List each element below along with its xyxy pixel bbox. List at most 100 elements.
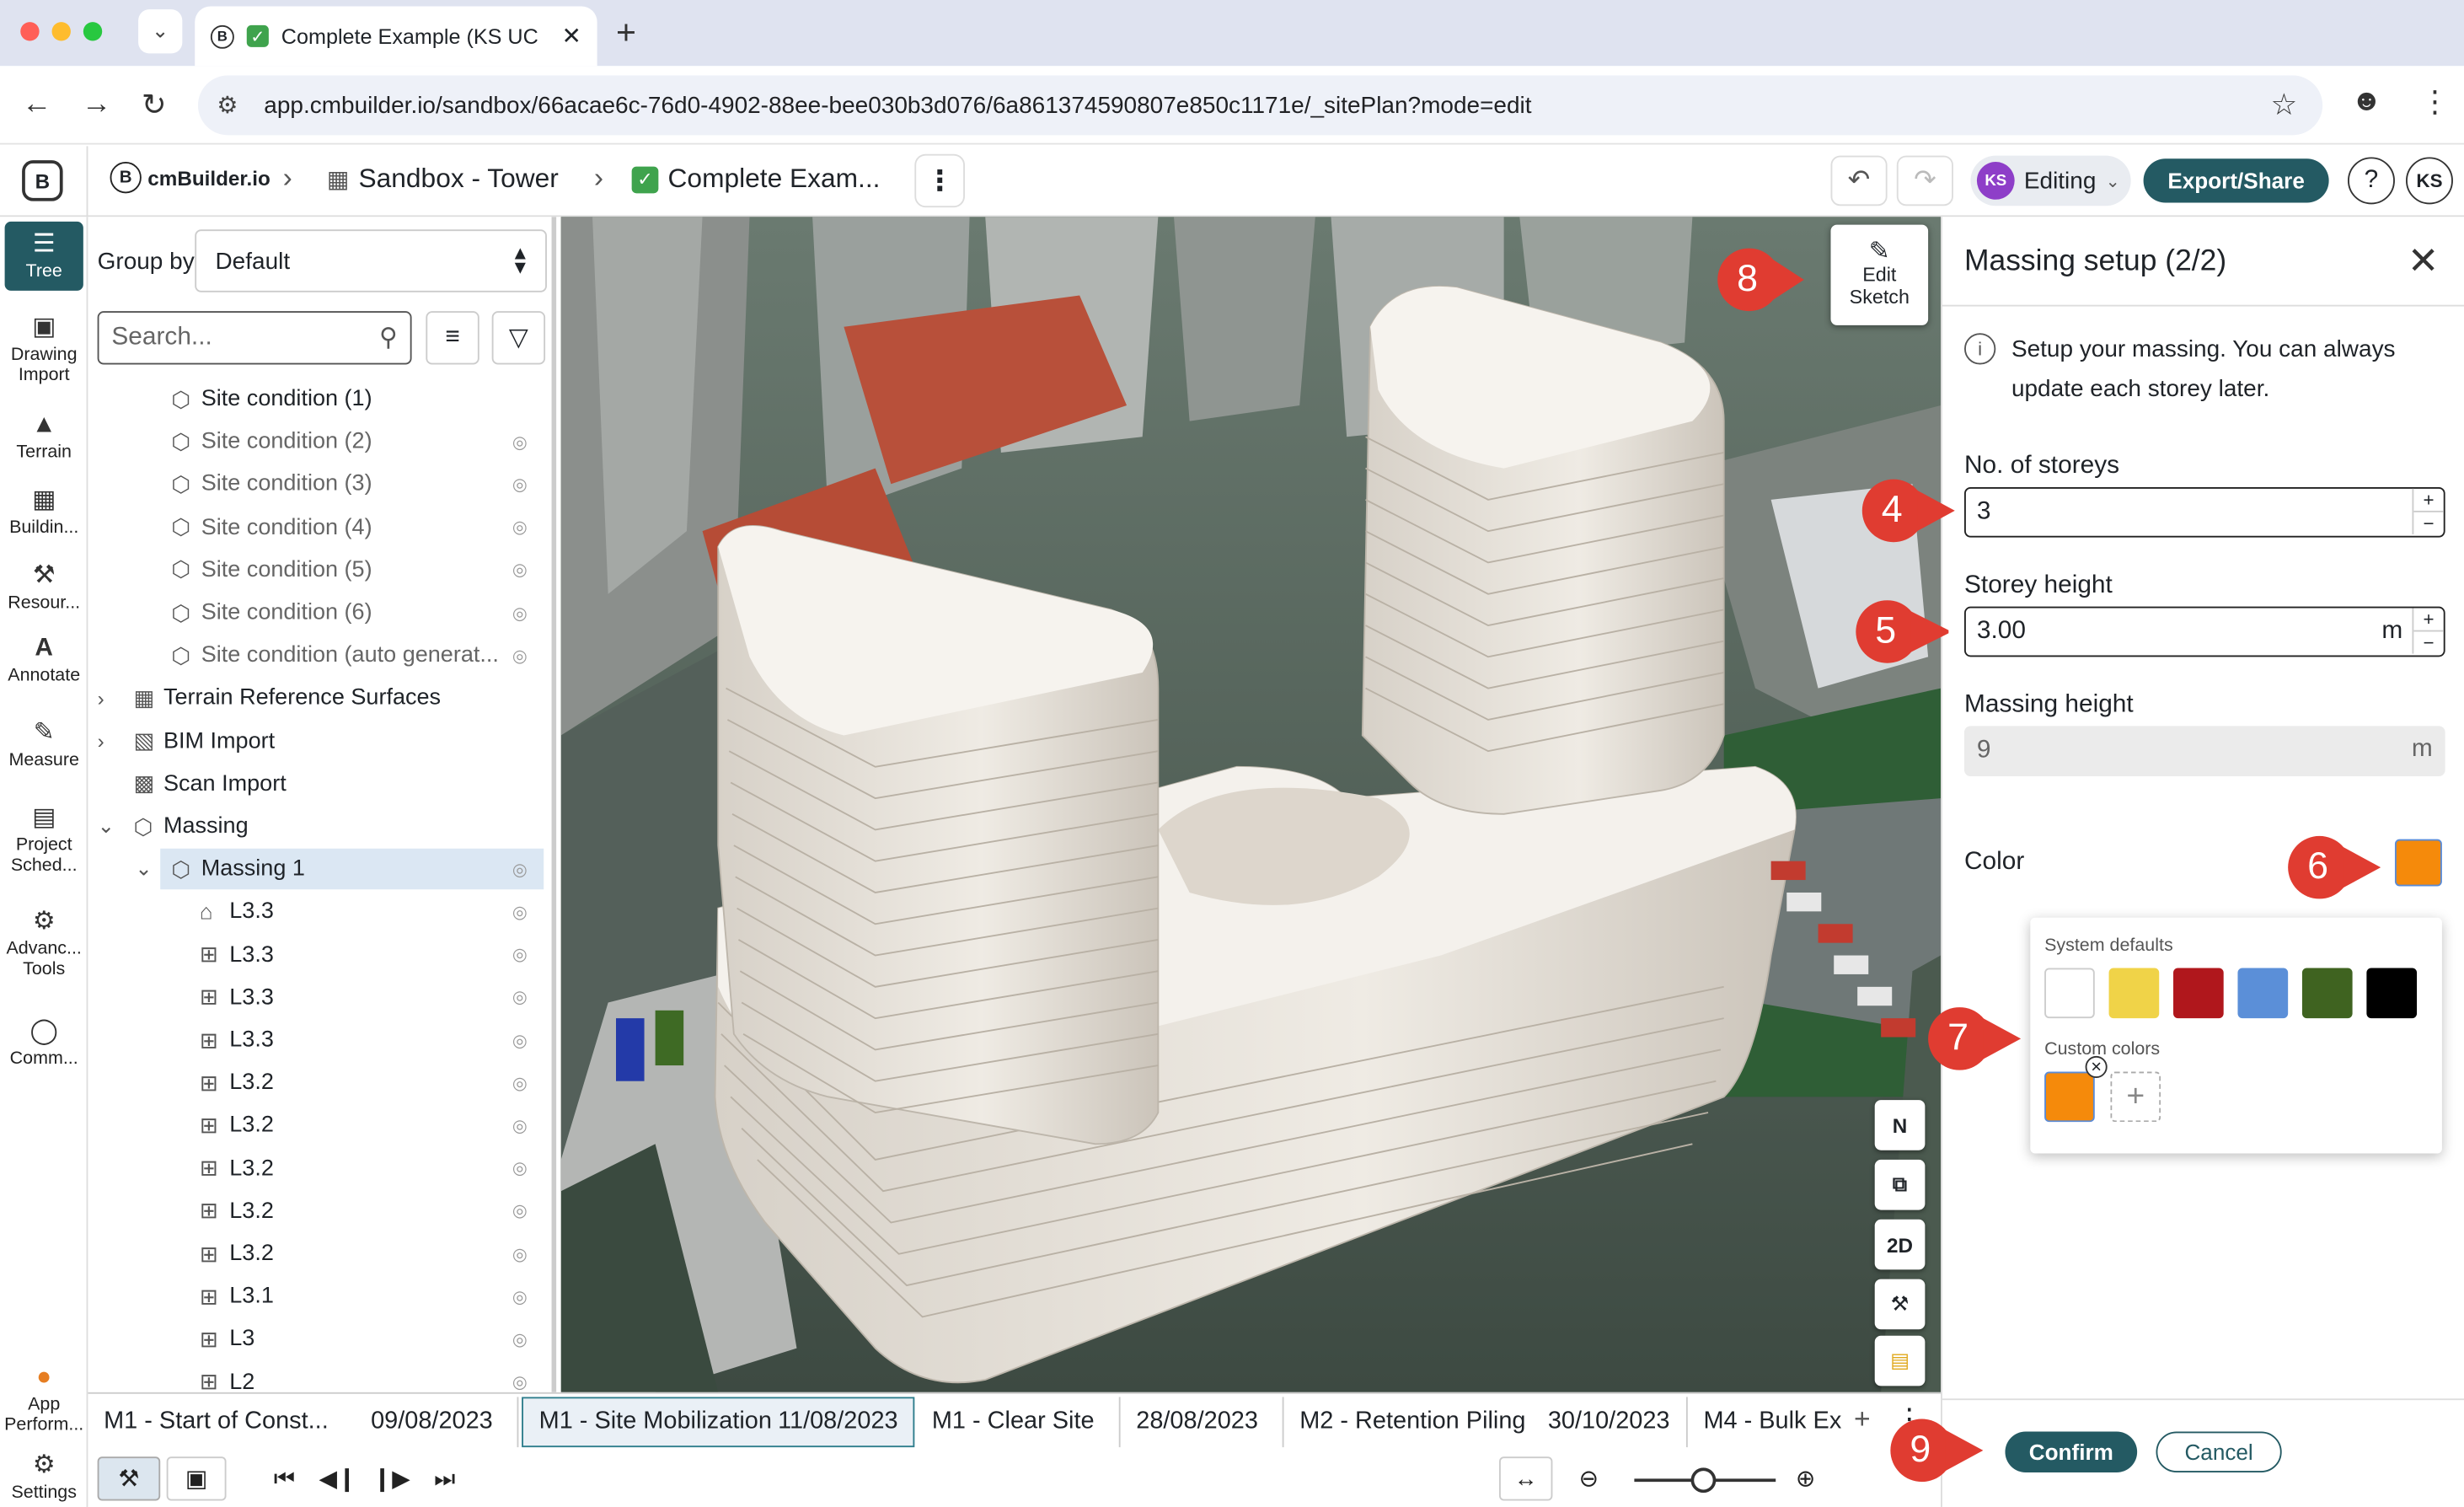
forward-icon[interactable]: →	[82, 88, 111, 122]
visibility-toggle-icon[interactable]: ◎	[512, 1201, 528, 1221]
brand-logo[interactable]: BcmBuilder.io	[110, 162, 271, 194]
legend-button[interactable]: ▤	[1874, 1335, 1926, 1386]
color-swatch-black[interactable]	[2366, 968, 2418, 1019]
tree-item[interactable]: ⌄ ⬡ Massing	[88, 806, 547, 846]
zoom-in-button[interactable]: ⊕	[1779, 1456, 1832, 1500]
storey-height-stepper[interactable]: + −	[2412, 608, 2444, 654]
toolbar-tree[interactable]: ☰ Tree	[4, 221, 83, 291]
toolbar-building[interactable]: ▦ Buildin...	[0, 487, 88, 539]
visibility-toggle-icon[interactable]: ◎	[512, 518, 528, 537]
visibility-toggle-icon[interactable]: ◎	[512, 603, 528, 623]
color-swatch-red[interactable]	[2173, 968, 2224, 1019]
storeys-input[interactable]: 3 + −	[1964, 486, 2445, 538]
close-icon[interactable]: ✕	[2408, 239, 2440, 284]
edit-sketch-button[interactable]: ✎ Edit Sketch	[1830, 224, 1929, 325]
tree-item[interactable]: ⌄ ⬡ Massing 1 ◎	[135, 849, 544, 890]
tree-item[interactable]: ⊞ L3.2 ◎	[88, 1148, 547, 1188]
visibility-toggle-icon[interactable]: ◎	[512, 475, 528, 495]
toolbar-settings[interactable]: ⚙ Settings	[0, 1452, 88, 1504]
decrement-icon[interactable]: −	[2413, 631, 2443, 654]
milestone-item[interactable]: M1 - Start of Const... 09/08/2023	[88, 1397, 519, 1448]
tree-item[interactable]: ⊞ L3.2 ◎	[88, 1191, 547, 1231]
storey-height-input[interactable]: 3.00 m + −	[1964, 606, 2445, 657]
expand-toggle-icon[interactable]: ⌄	[135, 856, 152, 882]
screen-view-button[interactable]: ▣	[166, 1456, 227, 1501]
tree-item[interactable]: ⊞ L3.3 ◎	[88, 1020, 547, 1060]
milestone-item-active[interactable]: M1 - Site Mobilization 11/08/2023	[522, 1397, 915, 1448]
tree-item[interactable]: ⬡ Site condition (6) ◎	[88, 593, 547, 633]
user-avatar-button[interactable]: KS	[2406, 157, 2453, 205]
milestone-item[interactable]: M4 - Bulk Ex	[1688, 1397, 1845, 1447]
increment-icon[interactable]: +	[2413, 609, 2444, 631]
color-swatch-blue[interactable]	[2237, 968, 2289, 1019]
visibility-toggle-icon[interactable]: ◎	[512, 1372, 528, 1392]
tree-item[interactable]: › ▧ BIM Import	[88, 721, 547, 761]
visibility-toggle-icon[interactable]: ◎	[512, 945, 528, 965]
tree-item[interactable]: ⊞ L3.2 ◎	[88, 1105, 547, 1145]
browser-tab[interactable]: B ✓ Complete Example (KS UC ✕	[195, 6, 597, 67]
visibility-toggle-icon[interactable]: ◎	[512, 1030, 528, 1050]
slider-handle[interactable]	[1690, 1467, 1717, 1494]
app-logo-icon[interactable]: B	[22, 160, 63, 201]
toolbar-measure[interactable]: ✎ Measure	[0, 720, 88, 772]
profile-icon[interactable]: ☻	[2351, 85, 2382, 120]
tree-item[interactable]: ⬡ Site condition (4) ◎	[88, 507, 547, 547]
toolbar-project-schedule[interactable]: ▤ Project Sched...	[0, 805, 88, 877]
color-picker-swatch[interactable]	[2394, 839, 2442, 887]
tree-item[interactable]: › ▦ Terrain Reference Surfaces	[88, 678, 547, 718]
north-compass-button[interactable]: N	[1874, 1100, 1926, 1150]
toolbar-advanced-tools[interactable]: ⚙ Advanc... Tools	[0, 909, 88, 981]
toolbar-comments[interactable]: ◯ Comm...	[0, 1018, 88, 1070]
group-by-select[interactable]: Default ▲ ▼	[195, 229, 547, 292]
breadcrumb-project[interactable]: ▦ Sandbox - Tower	[327, 164, 559, 195]
visibility-toggle-icon[interactable]: ◎	[512, 987, 528, 1007]
view-layers-button[interactable]: ⧉	[1874, 1159, 1926, 1210]
skip-start-button[interactable]: ⏮	[258, 1456, 311, 1500]
tree-item[interactable]: ⬡ Site condition (auto generat... ◎	[88, 636, 547, 676]
visibility-toggle-icon[interactable]: ◎	[512, 1158, 528, 1178]
maximize-window-button[interactable]	[83, 22, 103, 41]
milestone-item[interactable]: M2 - Retention Piling 30/10/2023	[1284, 1397, 1688, 1448]
file-menu-button[interactable]: ⋮	[914, 153, 965, 208]
tree-item[interactable]: ⊞ L3.2 ◎	[88, 1063, 547, 1103]
minimize-window-button[interactable]	[51, 22, 71, 41]
custom-color-swatch-orange[interactable]	[2044, 1071, 2095, 1123]
skip-end-button[interactable]: ⏭	[418, 1456, 471, 1500]
visibility-toggle-icon[interactable]: ◎	[512, 646, 528, 666]
3d-viewport[interactable]: ✎ Edit Sketch N ⧉ 2D ⚒ ▤	[560, 217, 1942, 1392]
help-button[interactable]: ?	[2348, 157, 2395, 205]
tree-item[interactable]: ⬡ Site condition (3) ◎	[88, 464, 547, 505]
new-tab-button[interactable]: +	[616, 13, 636, 53]
visibility-toggle-icon[interactable]: ◎	[512, 1286, 528, 1306]
milestone-item[interactable]: M1 - Clear Site	[916, 1397, 1121, 1448]
cancel-button[interactable]: Cancel	[2156, 1431, 2282, 1472]
tree-item[interactable]: ⊞ L3.3 ◎	[88, 977, 547, 1017]
address-bar[interactable]: ⚙ app.cmbuilder.io/sandbox/66acae6c-76d0…	[197, 75, 2323, 136]
add-milestone-icon[interactable]: +	[1845, 1402, 1880, 1441]
visibility-toggle-icon[interactable]: ◎	[512, 560, 528, 580]
tab-list-button[interactable]: ⌄	[138, 9, 183, 54]
tree-item[interactable]: ⊞ L3 ◎	[88, 1319, 547, 1360]
browser-menu-icon[interactable]: ⋮	[2420, 85, 2450, 121]
remove-color-icon[interactable]: ✕	[2085, 1055, 2108, 1078]
tree-item[interactable]: ⊞ L3.2 ◎	[88, 1234, 547, 1274]
crane-tool-button[interactable]: ⚒	[1874, 1279, 1926, 1330]
breadcrumb-file[interactable]: ✓ Complete Exam...	[631, 164, 880, 195]
crane-view-button[interactable]: ⚒	[97, 1456, 161, 1501]
filter-button[interactable]: ▽	[491, 311, 546, 365]
color-swatch-yellow[interactable]	[2108, 968, 2160, 1019]
zoom-out-button[interactable]: ⊖	[1562, 1456, 1615, 1500]
toolbar-drawing-import[interactable]: ▣ Drawing Import	[0, 314, 88, 387]
color-swatch-white[interactable]	[2044, 968, 2095, 1019]
storeys-stepper[interactable]: + −	[2412, 488, 2444, 534]
site-settings-icon[interactable]: ⚙	[217, 91, 238, 120]
tree-item[interactable]: ⬡ Site condition (2) ◎	[88, 421, 547, 462]
toolbar-annotate[interactable]: A Annotate	[0, 635, 88, 687]
mode-dropdown[interactable]: KS Editing ⌄	[1970, 155, 2131, 206]
visibility-toggle-icon[interactable]: ◎	[512, 1244, 528, 1264]
2d-toggle-button[interactable]: 2D	[1874, 1219, 1926, 1270]
expand-toggle-icon[interactable]: ⌄	[98, 814, 115, 839]
zoom-slider[interactable]	[1634, 1467, 1776, 1494]
tree-item[interactable]: ⬡ Site condition (1)	[88, 378, 547, 419]
visibility-toggle-icon[interactable]: ◎	[512, 432, 528, 452]
